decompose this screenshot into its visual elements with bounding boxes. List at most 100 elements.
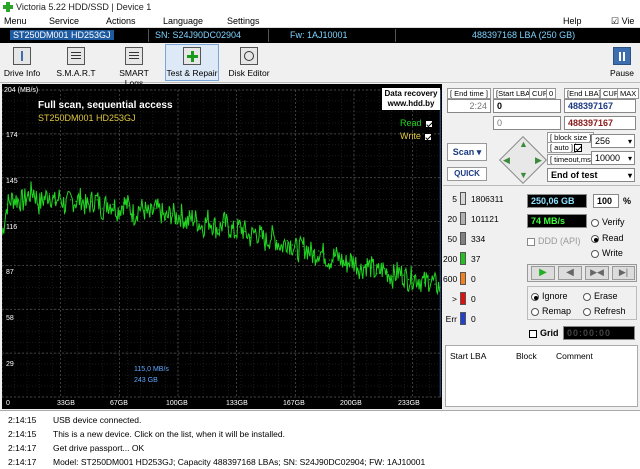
bad-block-table[interactable]: Start LBA Block Comment: [445, 345, 638, 407]
read-data-point: [191, 217, 193, 219]
read-data-point: [307, 248, 309, 251]
read-radio-dot: [591, 234, 599, 243]
block-color-swatch: [460, 232, 466, 245]
disk-editor-button[interactable]: Disk Editor: [226, 44, 272, 81]
end-max-label[interactable]: MAX: [617, 88, 640, 99]
menu-actions[interactable]: Actions: [106, 16, 136, 26]
read-data-point: [260, 235, 262, 237]
read-toggle-label: Read: [400, 118, 422, 128]
play-icon[interactable]: ▶: [531, 266, 555, 280]
end-time-label: [ End time ]: [447, 88, 491, 99]
block-count: 1806311: [471, 194, 504, 204]
device-capacity: 488397168 LBA (250 GB): [472, 30, 576, 40]
block-color-swatch: [460, 252, 466, 265]
remap-radio[interactable]: Remap: [531, 306, 571, 316]
erase-radio[interactable]: Erase: [583, 291, 618, 301]
arrow-down-icon[interactable]: ▼: [519, 170, 528, 180]
write-checkbox[interactable]: [423, 132, 432, 141]
read-data-point: [165, 218, 167, 221]
quick-button[interactable]: QUICK: [447, 167, 487, 181]
menu-settings[interactable]: Settings: [227, 16, 260, 26]
write-label: Write: [602, 248, 623, 258]
drive-info-button[interactable]: Drive Info: [2, 44, 42, 81]
end-icon[interactable]: ▶|: [612, 266, 635, 280]
scan-button[interactable]: Scan ▾: [447, 143, 487, 161]
refresh-radio[interactable]: Refresh: [583, 306, 626, 316]
y-tick-1: 174: [6, 132, 18, 139]
block-stats: 5 1806311 20 101121 50 334 200 37 600 0 > 0 Er…: [443, 192, 523, 342]
erase-radio-dot: [583, 292, 591, 301]
start-lba-field-2[interactable]: 0: [493, 116, 561, 130]
ignore-label: Ignore: [542, 291, 568, 301]
ignore-radio[interactable]: Ignore: [531, 291, 568, 301]
log-time: 2:14:15: [8, 415, 37, 425]
device-serial: SN: S24J90DC02904: [155, 30, 242, 40]
col-block: Block: [516, 351, 537, 361]
percent-readout: 100: [593, 194, 619, 208]
end-lba-field[interactable]: 488397167: [564, 99, 636, 113]
speed-graph[interactable]: 204 (MB/s) 174 145 116 87 58 29 0 33GB 6…: [2, 84, 442, 409]
menu-service[interactable]: Service: [49, 16, 79, 26]
pause-icon: [613, 47, 631, 65]
repair-options: Ignore Erase Remap Refresh: [527, 286, 637, 320]
read-data-point: [217, 229, 220, 231]
log-text: Get drive passport... OK: [53, 443, 145, 453]
auto-checkbox[interactable]: [574, 142, 582, 152]
cursor-speed: 115,0 MB/s: [134, 366, 169, 373]
menu-menu[interactable]: Menu: [4, 16, 27, 26]
skip-icon[interactable]: ▶◀: [585, 266, 609, 280]
read-data-point: [43, 197, 45, 199]
read-data-point: [233, 232, 235, 234]
grid-checkbox[interactable]: Grid: [529, 328, 559, 338]
read-data-point: [228, 226, 230, 228]
write-radio[interactable]: Write: [591, 248, 623, 258]
log-panel[interactable]: 2:14:15 USB device connected. 2:14:15 This …: [0, 410, 640, 469]
block-threshold: 20: [447, 214, 457, 224]
read-radio[interactable]: Read: [591, 233, 624, 243]
test-repair-button[interactable]: Test & Repair: [165, 44, 219, 81]
smart-logs-button[interactable]: SMART Logs: [109, 44, 159, 88]
start-zero-label[interactable]: 0: [546, 88, 557, 99]
arrow-up-icon[interactable]: ▲: [519, 139, 528, 149]
read-data-point: [323, 253, 325, 255]
menu-help[interactable]: Help: [563, 16, 582, 26]
data-recovery-box[interactable]: Data recovery www.hdd.by: [382, 88, 440, 110]
timeout-select[interactable]: 10000: [591, 151, 635, 165]
ignore-radio-dot: [531, 292, 539, 301]
read-data-point: [112, 203, 114, 205]
menu-language[interactable]: Language: [163, 16, 203, 26]
read-toggle[interactable]: Read: [400, 118, 433, 128]
ddd-api-checkbox[interactable]: DDD (API): [527, 236, 581, 246]
read-data-point: [33, 190, 35, 192]
read-checkbox[interactable]: [424, 119, 433, 128]
end-action-select[interactable]: End of test: [547, 168, 635, 182]
read-data-point: [239, 226, 241, 228]
end-time-field[interactable]: 2:24: [447, 99, 491, 113]
smart-button[interactable]: S.M.A.R.T: [54, 44, 98, 81]
read-data-point: [402, 274, 404, 276]
log-text: Model: ST250DM001 HD253GJ; Capacity 4883…: [53, 457, 426, 467]
verify-radio[interactable]: Verify: [591, 217, 625, 227]
device-bar[interactable]: ST250DM001 HD253GJ SN: S24J90DC02904 Fw:…: [0, 28, 640, 43]
start-lba-field[interactable]: 0: [493, 99, 561, 113]
read-data-point: [244, 230, 246, 233]
block-threshold: Err: [445, 314, 457, 324]
read-data-point: [371, 266, 373, 269]
read-data-point: [392, 276, 394, 278]
checkbox-icon: ☑: [611, 16, 620, 26]
auto-label: [ auto ]: [547, 142, 576, 153]
read-data-point: [180, 214, 183, 216]
block-count: 37: [471, 254, 481, 264]
block-size-select[interactable]: 256: [591, 134, 635, 148]
read-data-point: [349, 259, 352, 261]
read-data-point: [117, 209, 119, 211]
write-toggle[interactable]: Write: [400, 131, 432, 141]
disk-editor-icon: [240, 47, 258, 65]
read-data-point: [149, 215, 151, 218]
gb-readout: 250,06 GB: [527, 194, 587, 208]
back-icon[interactable]: ◀: [558, 266, 582, 280]
arrow-left-icon[interactable]: ◀: [503, 155, 510, 166]
pause-button[interactable]: Pause: [606, 44, 638, 81]
menu-view[interactable]: ☑ Vie: [611, 16, 634, 27]
arrow-right-icon[interactable]: ▶: [535, 155, 542, 166]
